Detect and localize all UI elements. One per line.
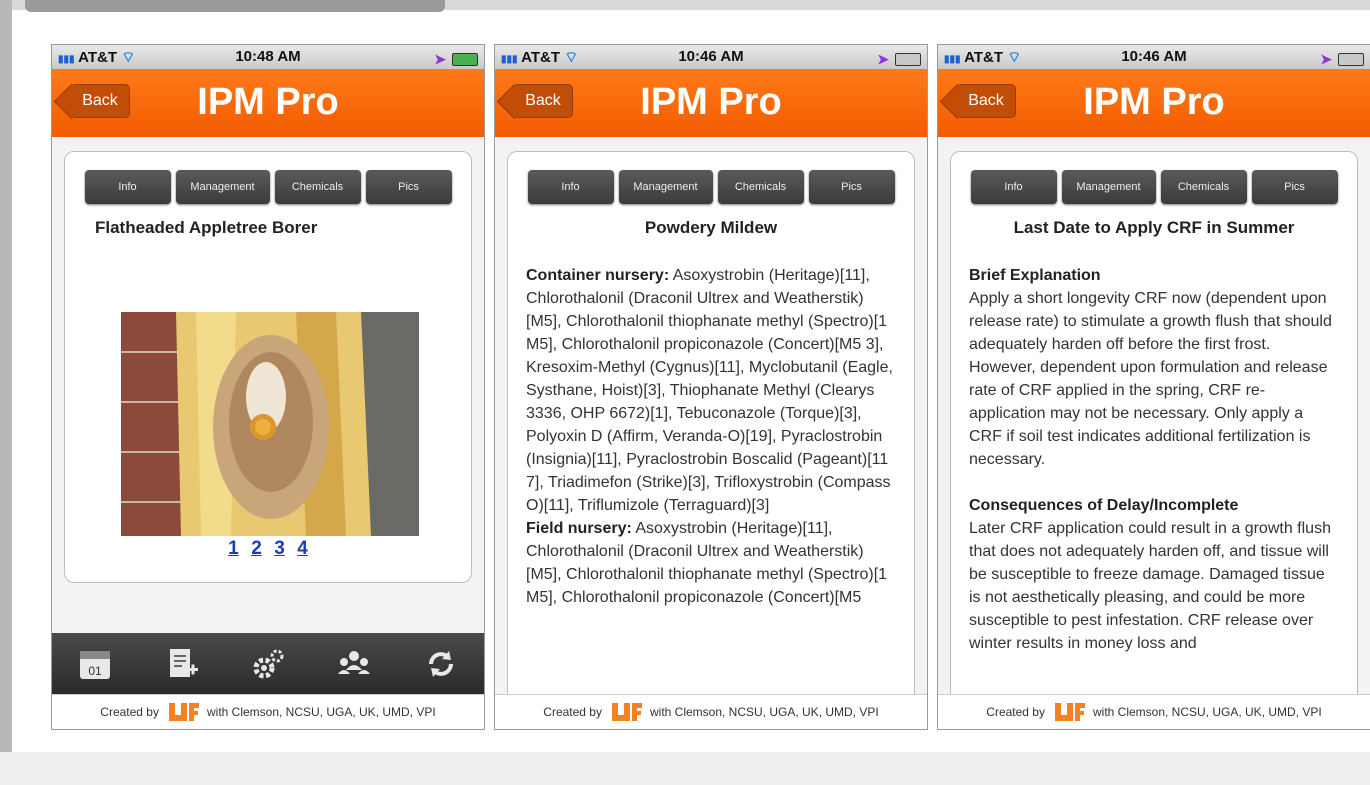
- content-card: Info Management Chemicals Pics Flatheade…: [64, 151, 472, 583]
- task-title: Last Date to Apply CRF in Summer: [1013, 218, 1295, 237]
- field-nursery-label: Field nursery:: [526, 520, 632, 537]
- content-card: Info Management Chemicals Pics Powdery M…: [507, 151, 915, 695]
- nav-bar: Back IPM Pro: [938, 69, 1370, 137]
- pest-photo[interactable]: [121, 312, 419, 536]
- status-bar: ▮▮▮ AT&T ⌔ 10:46 AM ➤: [495, 45, 927, 69]
- brief-explanation-text: Apply a short longevity CRF now (depende…: [969, 290, 1332, 468]
- users-icon[interactable]: [334, 644, 374, 684]
- phone-screen-borer: ▮▮▮ AT&T ⌔ 10:48 AM ➤ Back IPM Pro Info …: [51, 44, 485, 730]
- status-bar: ▮▮▮ AT&T ⌔ 10:48 AM ➤: [52, 45, 484, 69]
- page-link-3[interactable]: 3: [274, 538, 285, 559]
- settings-icon[interactable]: [248, 644, 288, 684]
- phone-screen-crf: ▮▮▮ AT&T ⌔ 10:46 AM ➤ Back IPM Pro Info …: [937, 44, 1370, 730]
- page-link-2[interactable]: 2: [251, 538, 262, 559]
- page-link-4[interactable]: 4: [297, 538, 308, 559]
- nav-bar: Back IPM Pro: [495, 69, 927, 137]
- battery-indicator: ➤: [1320, 51, 1364, 68]
- tab-pics[interactable]: Pics: [365, 170, 452, 204]
- tab-chemicals[interactable]: Chemicals: [717, 170, 804, 204]
- background-bottom-band: [0, 752, 1370, 785]
- footer-credits: Created by with Clemson, NCSU, UGA, UK, …: [495, 694, 927, 729]
- tab-info[interactable]: Info: [527, 170, 614, 204]
- content-card: Info Management Chemicals Pics Last Date…: [950, 151, 1358, 695]
- battery-icon: [895, 53, 921, 66]
- battery-icon: [1338, 53, 1364, 66]
- pest-title: Flatheaded Appletree Borer: [95, 218, 318, 237]
- tab-chemicals[interactable]: Chemicals: [1160, 170, 1247, 204]
- battery-indicator: ➤: [877, 51, 921, 68]
- nav-bar: Back IPM Pro: [52, 69, 484, 137]
- consequences-text: Later CRF application could result in a …: [969, 520, 1331, 652]
- clock: 10:48 AM: [235, 48, 301, 65]
- sync-icon[interactable]: [421, 644, 461, 684]
- battery-indicator: ➤: [434, 51, 478, 68]
- tab-management[interactable]: Management: [175, 170, 270, 204]
- uf-logo-icon: [168, 703, 199, 721]
- uf-logo-icon: [1054, 703, 1085, 721]
- container-nursery-label: Container nursery:: [526, 267, 670, 284]
- photo-pager: 1 2 3 4: [65, 538, 471, 560]
- clock: 10:46 AM: [1121, 48, 1187, 65]
- tab-pics[interactable]: Pics: [808, 170, 895, 204]
- tab-management[interactable]: Management: [618, 170, 713, 204]
- tab-bar: Info Management Chemicals Pics: [951, 170, 1357, 204]
- phone-screen-mildew: ▮▮▮ AT&T ⌔ 10:46 AM ➤ Back IPM Pro Info …: [494, 44, 928, 730]
- uf-logo-icon: [611, 703, 642, 721]
- task-text: Brief Explanation Apply a short longevit…: [951, 238, 1357, 655]
- calendar-icon[interactable]: 01: [75, 644, 115, 684]
- background-title-fragment: [25, 0, 445, 12]
- disease-title: Powdery Mildew: [644, 218, 778, 237]
- svg-text:01: 01: [89, 664, 103, 678]
- tab-info[interactable]: Info: [84, 170, 171, 204]
- tab-pics[interactable]: Pics: [1251, 170, 1338, 204]
- tab-bar: Info Management Chemicals Pics: [508, 170, 914, 204]
- battery-icon: [452, 53, 478, 66]
- chemicals-text: Container nursery: Asoxystrobin (Heritag…: [508, 238, 914, 609]
- footer-credits: Created by with Clemson, NCSU, UGA, UK, …: [938, 694, 1370, 729]
- status-bar: ▮▮▮ AT&T ⌔ 10:46 AM ➤: [938, 45, 1370, 69]
- location-icon: ➤: [1320, 51, 1332, 67]
- borer-damage-image: [121, 312, 419, 536]
- tab-chemicals[interactable]: Chemicals: [274, 170, 361, 204]
- location-icon: ➤: [434, 51, 446, 67]
- clock: 10:46 AM: [678, 48, 744, 65]
- bottom-toolbar: 01: [52, 633, 484, 695]
- location-icon: ➤: [877, 51, 889, 67]
- container-nursery-text: Asoxystrobin (Heritage)[11], Chlorothalo…: [526, 267, 893, 514]
- add-note-icon[interactable]: [162, 644, 202, 684]
- background-left-edge: [0, 0, 12, 785]
- brief-explanation-heading: Brief Explanation: [969, 267, 1101, 284]
- tab-info[interactable]: Info: [970, 170, 1057, 204]
- page-link-1[interactable]: 1: [228, 538, 239, 559]
- footer-credits: Created by with Clemson, NCSU, UGA, UK, …: [52, 694, 484, 729]
- tab-bar: Info Management Chemicals Pics: [65, 170, 471, 204]
- consequences-heading: Consequences of Delay/Incomplete: [969, 497, 1239, 514]
- tab-management[interactable]: Management: [1061, 170, 1156, 204]
